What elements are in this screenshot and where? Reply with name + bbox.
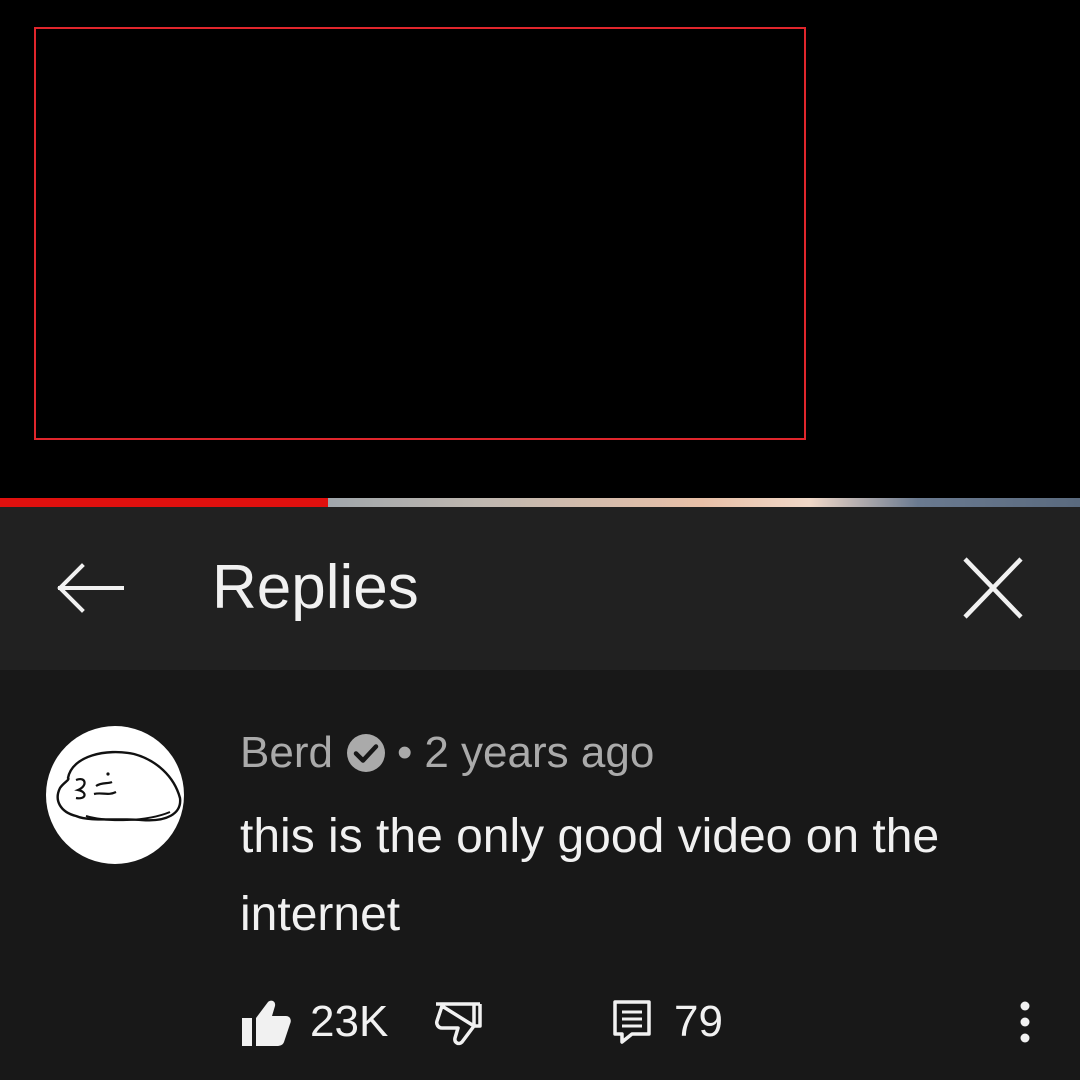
like-count: 23K (310, 997, 389, 1046)
thumbs-up-filled-icon (242, 1000, 291, 1046)
back-button[interactable] (50, 553, 130, 623)
arrow-left-icon (57, 563, 124, 613)
progress-played (0, 498, 329, 507)
comment-item: Berd • 2 years ago this is the only good… (0, 670, 1080, 1080)
comment-icon (613, 1000, 651, 1044)
comment-text: this is the only good video on the inter… (240, 810, 940, 941)
more-vertical-icon (1020, 1001, 1030, 1043)
avatar-doodle-image (56, 750, 182, 822)
avatar[interactable] (46, 726, 184, 864)
video-progress-bar[interactable] (0, 498, 1080, 507)
close-button[interactable] (955, 555, 1031, 623)
comment-timestamp: 2 years ago (424, 728, 655, 777)
dislike-button[interactable] (432, 992, 484, 1052)
meta-separator: • (396, 728, 413, 777)
thumbs-down-outline-icon (435, 1002, 482, 1046)
comment-meta: Berd • 2 years ago (240, 728, 654, 778)
replies-button[interactable]: 79 (612, 992, 723, 1052)
comment-author[interactable]: Berd (240, 728, 333, 778)
replies-header: Replies (0, 507, 1080, 670)
app-root: Replies Berd • 2 years ago this is the o… (0, 0, 1080, 1080)
page-title: Replies (212, 553, 419, 622)
video-frame (34, 27, 806, 440)
more-options-button[interactable] (1010, 992, 1040, 1052)
close-icon (963, 557, 1023, 619)
reply-count: 79 (674, 997, 723, 1046)
verified-check-icon (345, 732, 387, 774)
like-button[interactable]: 23K (240, 992, 388, 1052)
video-player[interactable] (0, 0, 1080, 498)
comment-actions: 23K 79 (240, 992, 1060, 1052)
